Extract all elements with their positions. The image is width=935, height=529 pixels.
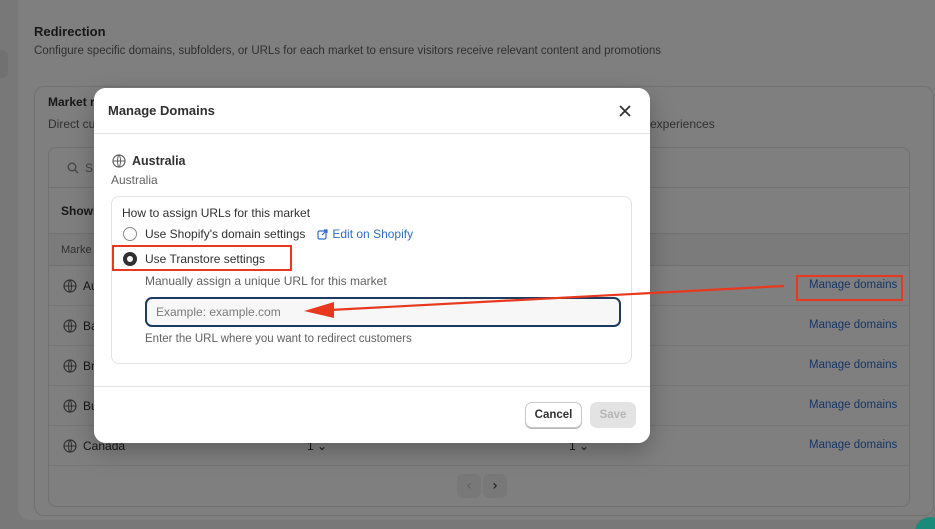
- url-input[interactable]: [145, 297, 621, 327]
- market-heading: Australia: [112, 154, 186, 168]
- option-shopify-domain[interactable]: Use Shopify's domain settings Edit on Sh…: [123, 227, 413, 241]
- annotation-highlight-manage-domains: [796, 275, 903, 301]
- dialog-title: Manage Domains: [108, 103, 215, 118]
- manage-domains-dialog: Manage Domains Australia Australia How t…: [94, 88, 650, 443]
- close-button[interactable]: [614, 100, 636, 122]
- shopify-option-label: Use Shopify's domain settings: [145, 227, 306, 241]
- edit-on-shopify-label: Edit on Shopify: [332, 227, 414, 241]
- globe-icon: [112, 154, 126, 168]
- dialog-header: Manage Domains: [94, 88, 650, 134]
- dialog-footer: Cancel Save: [94, 386, 650, 443]
- close-icon: [619, 105, 631, 117]
- shopify-radio[interactable]: [123, 227, 137, 241]
- market-subtitle: Australia: [111, 173, 158, 187]
- url-assignment-box: How to assign URLs for this market Use S…: [111, 196, 632, 364]
- external-link-icon: [317, 228, 328, 240]
- edit-on-shopify-link[interactable]: Edit on Shopify: [317, 227, 413, 241]
- annotation-highlight-transtore: [112, 245, 292, 271]
- manual-url-label: Manually assign a unique URL for this ma…: [145, 274, 387, 288]
- url-help-text: Enter the URL where you want to redirect…: [145, 333, 412, 345]
- save-button[interactable]: Save: [590, 402, 636, 428]
- assign-label: How to assign URLs for this market: [122, 206, 311, 220]
- cancel-button[interactable]: Cancel: [525, 402, 582, 428]
- dialog-body: Australia Australia How to assign URLs f…: [94, 135, 650, 386]
- market-name: Australia: [132, 154, 186, 168]
